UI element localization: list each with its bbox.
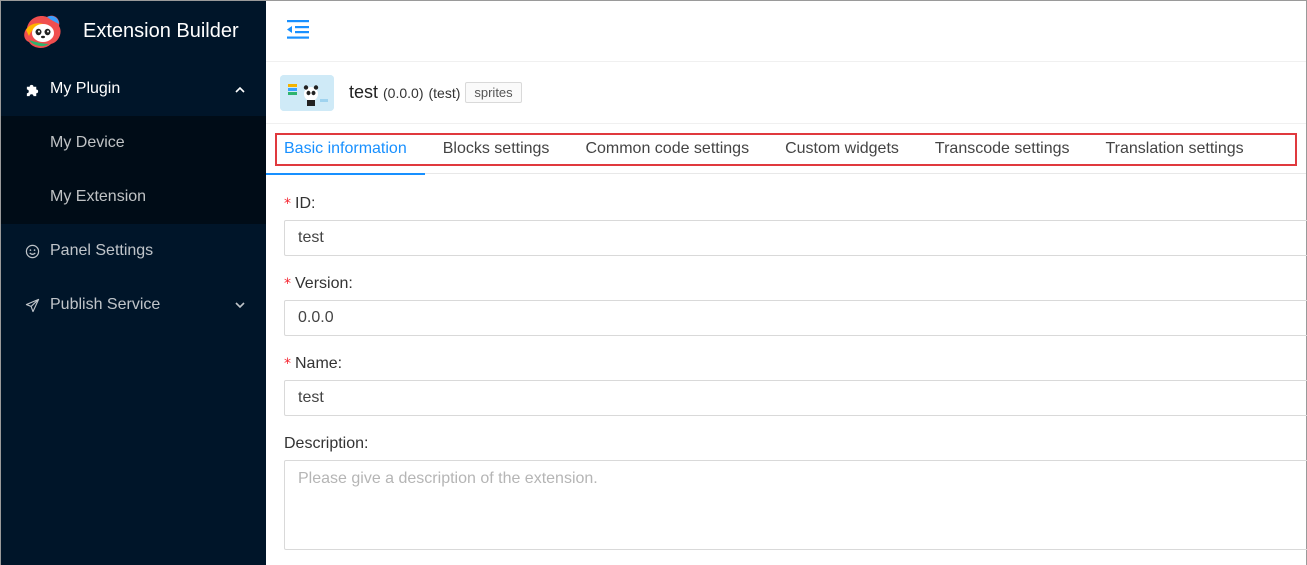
- sidebar-item-label: My Extension: [50, 188, 147, 205]
- app-logo: [23, 14, 63, 50]
- description-label: Description:: [284, 435, 369, 452]
- sidebar-item-publish-service[interactable]: Publish Service: [1, 278, 266, 332]
- sidebar-item-my-device[interactable]: My Device: [1, 116, 266, 170]
- plugin-header: test (0.0.0) (test) sprites: [266, 62, 1306, 124]
- version-label: * Version:: [284, 275, 353, 292]
- smile-icon: [23, 242, 41, 260]
- sidebar-item-label: My Plugin: [50, 80, 121, 97]
- tabs: Basic information Blocks settings Common…: [266, 124, 1262, 175]
- sidebar-item-label: Publish Service: [50, 296, 161, 313]
- plugin-version: (0.0.0): [383, 84, 424, 101]
- tab-common-code-settings[interactable]: Common code settings: [567, 124, 767, 174]
- tab-bar: Basic information Blocks settings Common…: [266, 124, 1306, 175]
- tab-blocks-settings[interactable]: Blocks settings: [425, 124, 568, 174]
- chevron-up-icon: [234, 83, 246, 95]
- plugin-tag: sprites: [465, 82, 522, 103]
- plugin-thumbnail: [280, 74, 334, 111]
- description-field: Description: Please give a description o…: [284, 434, 1307, 550]
- tab-transcode-settings[interactable]: Transcode settings: [917, 124, 1088, 174]
- sidebar-item-label: Panel Settings: [50, 242, 154, 259]
- id-label: * ID:: [284, 195, 316, 212]
- logo-row: Extension Builder: [1, 1, 266, 62]
- required-mark: *: [284, 276, 291, 292]
- name-label: * Name:: [284, 355, 343, 372]
- plugin-name: test: [349, 82, 379, 102]
- id-field: * ID: test: [284, 194, 1307, 256]
- sidebar-item-panel-settings[interactable]: Panel Settings: [1, 224, 266, 278]
- tab-basic-information[interactable]: Basic information: [266, 124, 425, 175]
- topbar: [266, 1, 1306, 62]
- required-mark: *: [284, 196, 291, 212]
- main-content: test (0.0.0) (test) sprites Basic inform…: [266, 1, 1307, 565]
- name-field: * Name: test: [284, 354, 1307, 416]
- sidebar: Extension Builder My Plugin My Device My…: [1, 1, 266, 565]
- tab-translation-settings[interactable]: Translation settings: [1088, 124, 1262, 174]
- send-icon: [23, 296, 41, 314]
- version-field: * Version: 0.0.0: [284, 274, 1307, 336]
- sidebar-item-my-plugin[interactable]: My Plugin: [1, 62, 266, 116]
- basic-info-form: * ID: test * Version: 0.0.0 * Name: test De…: [266, 174, 1307, 550]
- version-input[interactable]: 0.0.0: [284, 300, 1307, 336]
- name-input[interactable]: test: [284, 380, 1307, 416]
- required-mark: *: [284, 356, 291, 372]
- sidebar-item-label: My Device: [50, 134, 125, 151]
- app-title: Extension Builder: [83, 20, 239, 42]
- chevron-down-icon: [234, 299, 246, 311]
- my-plugin-submenu: My Device My Extension: [1, 116, 266, 224]
- plugin-id: (test): [428, 84, 461, 101]
- id-input[interactable]: test: [284, 220, 1307, 256]
- menu-fold-icon[interactable]: [284, 18, 310, 45]
- tab-custom-widgets[interactable]: Custom widgets: [767, 124, 917, 174]
- description-textarea[interactable]: Please give a description of the extensi…: [284, 460, 1307, 550]
- sidebar-item-my-extension[interactable]: My Extension: [1, 170, 266, 224]
- puzzle-icon: [23, 80, 41, 98]
